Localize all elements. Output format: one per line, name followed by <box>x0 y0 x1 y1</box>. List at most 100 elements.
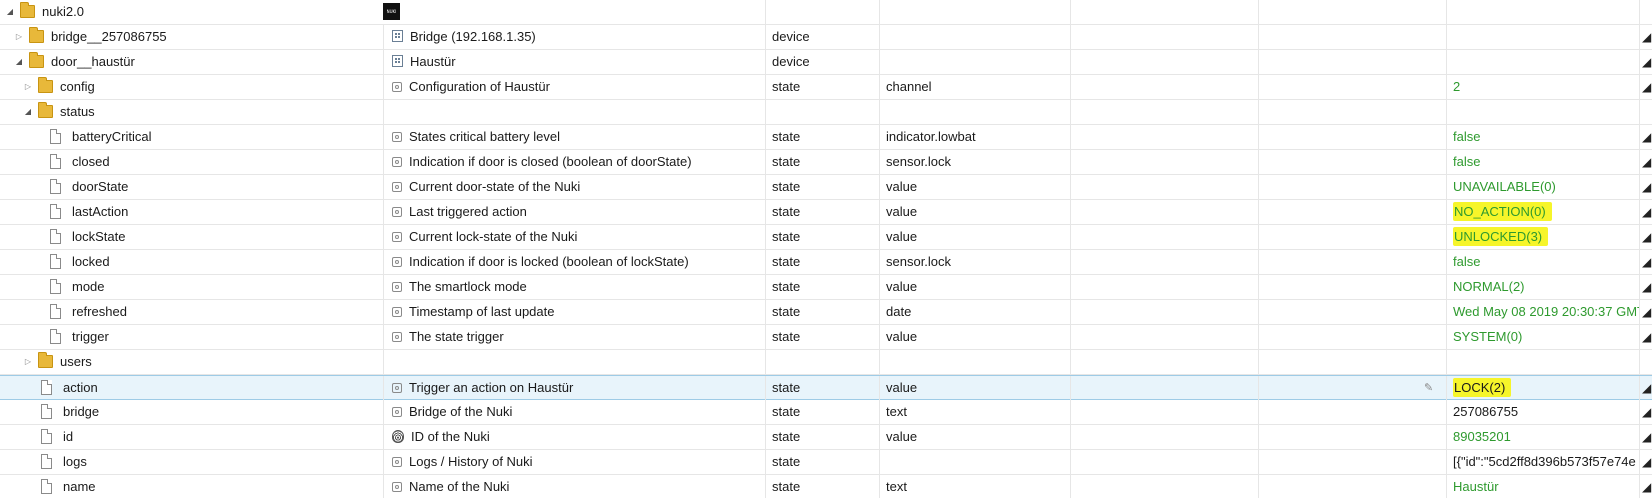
name-cell: ▷ users <box>0 350 383 374</box>
edit-cell[interactable]: ◢ <box>1639 150 1652 174</box>
object-name: closed <box>72 154 110 169</box>
edit-cell[interactable]: ◢ <box>1639 75 1652 99</box>
room-cell <box>1070 75 1258 99</box>
edit-cell[interactable]: ◢ <box>1639 175 1652 199</box>
value-cell[interactable]: [{"id":"5cd2ff8d396b573f57e74e <box>1446 450 1639 474</box>
value-cell[interactable]: 2 <box>1446 75 1639 99</box>
value-cell[interactable]: Wed May 08 2019 20:30:37 GMT <box>1446 300 1639 324</box>
edit-cell[interactable]: ◢ <box>1639 376 1652 400</box>
tree-row-refreshed[interactable]: refreshed Timestamp of last update state… <box>0 300 1652 325</box>
edit-cell[interactable]: ◢ <box>1639 475 1652 498</box>
edit-icon[interactable]: ◢ <box>1642 75 1651 99</box>
state-icon <box>392 157 402 167</box>
edit-icon[interactable]: ◢ <box>1642 125 1651 149</box>
value-cell[interactable]: NORMAL(2) <box>1446 275 1639 299</box>
state-icon <box>392 383 402 393</box>
edit-cell[interactable]: ◢ <box>1639 300 1652 324</box>
edit-cell[interactable]: ◢ <box>1639 275 1652 299</box>
edit-icon[interactable]: ◢ <box>1642 250 1651 274</box>
tree-row-mode[interactable]: mode The smartlock mode state value NORM… <box>0 275 1652 300</box>
edit-icon[interactable]: ◢ <box>1642 325 1651 349</box>
edit-cell[interactable]: ◢ <box>1639 25 1652 49</box>
tree-row-id[interactable]: id ID of the Nuki state value 89035201 ◢ <box>0 425 1652 450</box>
edit-icon[interactable]: ◢ <box>1642 450 1651 474</box>
type-cell <box>765 0 879 24</box>
edit-cell[interactable]: ◢ <box>1639 450 1652 474</box>
value-cell[interactable]: false <box>1446 250 1639 274</box>
caret-collapsed-icon[interactable]: ▷ <box>13 25 25 49</box>
edit-icon[interactable]: ◢ <box>1642 300 1651 324</box>
tree-row-config[interactable]: ▷ config Configuration of Haustür state … <box>0 75 1652 100</box>
caret-expanded-icon[interactable]: ◢ <box>22 100 34 124</box>
pencil-icon[interactable]: ✎ <box>1424 376 1433 400</box>
room-cell <box>1070 475 1258 498</box>
value-cell[interactable]: SYSTEM(0) <box>1446 325 1639 349</box>
edit-icon[interactable]: ◢ <box>1642 200 1651 224</box>
edit-icon[interactable]: ◢ <box>1642 275 1651 299</box>
edit-icon[interactable]: ◢ <box>1642 50 1651 74</box>
caret-expanded-icon[interactable]: ◢ <box>13 50 25 74</box>
function-cell <box>1258 200 1446 224</box>
edit-icon[interactable]: ◢ <box>1642 150 1651 174</box>
object-name: users <box>60 354 92 369</box>
file-icon <box>41 429 52 444</box>
edit-cell[interactable]: ◢ <box>1639 200 1652 224</box>
edit-icon[interactable]: ◢ <box>1642 225 1651 249</box>
edit-cell[interactable]: ◢ <box>1639 125 1652 149</box>
edit-cell[interactable]: ◢ <box>1639 250 1652 274</box>
edit-cell[interactable]: ◢ <box>1639 325 1652 349</box>
edit-cell[interactable]: ◢ <box>1639 400 1652 424</box>
description-cell: Logs / History of Nuki <box>383 450 765 474</box>
state-icon <box>392 132 402 142</box>
edit-icon[interactable]: ◢ <box>1642 376 1651 400</box>
tree-row-locked[interactable]: locked Indication if door is locked (boo… <box>0 250 1652 275</box>
caret-collapsed-icon[interactable]: ▷ <box>22 350 34 374</box>
edit-icon[interactable]: ◢ <box>1642 425 1651 449</box>
value-cell[interactable]: LOCK(2) <box>1446 376 1639 400</box>
tree-row-door-device[interactable]: ◢ door__haustür Haustür device ◢ <box>0 50 1652 75</box>
tree-row-action[interactable]: action Trigger an action on Haustür stat… <box>0 375 1652 400</box>
value-cell[interactable]: 89035201 <box>1446 425 1639 449</box>
tree-row-bridge-device[interactable]: ▷ bridge__257086755 Bridge (192.168.1.35… <box>0 25 1652 50</box>
tree-row-bridge[interactable]: bridge Bridge of the Nuki state text 257… <box>0 400 1652 425</box>
value-cell[interactable]: false <box>1446 150 1639 174</box>
tree-row-lockstate[interactable]: lockState Current lock-state of the Nuki… <box>0 225 1652 250</box>
name-cell: locked <box>0 250 383 274</box>
tree-row-doorstate[interactable]: doorState Current door-state of the Nuki… <box>0 175 1652 200</box>
tree-row-closed[interactable]: closed Indication if door is closed (boo… <box>0 150 1652 175</box>
state-icon <box>392 82 402 92</box>
tree-row-batterycritical[interactable]: batteryCritical States critical battery … <box>0 125 1652 150</box>
value-cell[interactable]: UNAVAILABLE(0) <box>1446 175 1639 199</box>
edit-cell[interactable]: ◢ <box>1639 225 1652 249</box>
edit-icon[interactable]: ◢ <box>1642 25 1651 49</box>
value-cell[interactable]: 257086755 <box>1446 400 1639 424</box>
value-cell[interactable]: Haustür <box>1446 475 1639 498</box>
edit-icon[interactable]: ◢ <box>1642 475 1651 498</box>
tree-row-lastaction[interactable]: lastAction Last triggered action state v… <box>0 200 1652 225</box>
name-cell: ◢ nuki2.0 <box>0 0 383 24</box>
tree-row-status[interactable]: ◢ status <box>0 100 1652 125</box>
file-icon <box>41 479 52 494</box>
value-cell[interactable]: NO_ACTION(0) <box>1446 200 1639 224</box>
file-icon <box>41 454 52 469</box>
description-text: Name of the Nuki <box>409 479 510 494</box>
description-text: Timestamp of last update <box>409 304 555 319</box>
object-name: batteryCritical <box>72 129 152 144</box>
edit-icon[interactable]: ◢ <box>1642 175 1651 199</box>
tree-row-users[interactable]: ▷ users <box>0 350 1652 375</box>
value-cell[interactable]: UNLOCKED(3) <box>1446 225 1639 249</box>
edit-cell[interactable]: ◢ <box>1639 50 1652 74</box>
edit-cell[interactable]: ◢ <box>1639 425 1652 449</box>
type-cell: state <box>765 275 879 299</box>
tree-row-name[interactable]: name Name of the Nuki state text Haustür… <box>0 475 1652 498</box>
description-cell: Current door-state of the Nuki <box>383 175 765 199</box>
caret-expanded-icon[interactable]: ◢ <box>4 0 16 24</box>
caret-collapsed-icon[interactable]: ▷ <box>22 75 34 99</box>
tree-row-logs[interactable]: logs Logs / History of Nuki state [{"id"… <box>0 450 1652 475</box>
edit-icon[interactable]: ◢ <box>1642 400 1651 424</box>
tree-row-trigger[interactable]: trigger The state trigger state value SY… <box>0 325 1652 350</box>
value-cell[interactable]: false <box>1446 125 1639 149</box>
room-cell <box>1070 425 1258 449</box>
tree-row-nuki2[interactable]: ◢ nuki2.0 NUKI <box>0 0 1652 25</box>
state-icon <box>392 232 402 242</box>
